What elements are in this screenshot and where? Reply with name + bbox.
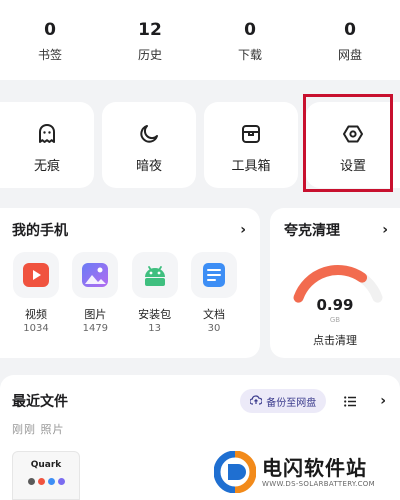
category-label: 视频 (25, 308, 47, 321)
chevron-right-icon[interactable]: › (240, 222, 246, 238)
chevron-right-icon[interactable]: › (382, 222, 388, 238)
stat-label: 书签 (37, 48, 62, 62)
category-images[interactable]: 图片 1479 (71, 252, 119, 334)
stat-value: 0 (244, 20, 256, 40)
recent-file-thumbnail[interactable]: Quark (12, 451, 80, 500)
settings-hexagon-icon (341, 122, 365, 146)
stat-value: 12 (138, 20, 162, 40)
tool-incognito[interactable]: 无痕 (0, 102, 94, 188)
tool-label: 无痕 (33, 159, 60, 174)
category-count: 1034 (23, 323, 49, 334)
storage-value: 0.99 (316, 296, 354, 314)
stat-history[interactable]: 12 历史 (100, 0, 200, 80)
stat-value: 0 (344, 20, 356, 40)
stat-downloads[interactable]: 0 下载 (200, 0, 300, 80)
card-title: 我的手机 (12, 223, 68, 239)
storage-unit: GB (329, 316, 341, 324)
category-packages[interactable]: 安装包 13 (131, 252, 179, 334)
android-icon (131, 252, 178, 298)
category-label: 图片 (84, 308, 107, 321)
stat-label: 历史 (137, 48, 162, 62)
watermark-url: WWW.DS-SOLARBATTERY.COM (262, 480, 375, 488)
tool-label: 工具箱 (231, 159, 271, 174)
moon-icon (137, 122, 161, 146)
stat-bookmarks[interactable]: 0 书签 (0, 0, 100, 80)
recent-subtitle: 刚刚 照片 (12, 423, 65, 436)
watermark-text: 电闪软件站 WWW.DS-SOLARBATTERY.COM (262, 456, 375, 488)
ghost-icon (35, 122, 59, 146)
category-count: 1479 (82, 323, 109, 334)
category-documents[interactable]: 文档 30 (190, 252, 238, 334)
video-icon (13, 252, 59, 298)
site-watermark: 电闪软件站 WWW.DS-SOLARBATTERY.COM (198, 444, 400, 500)
tool-label: 设置 (339, 159, 366, 174)
thumbnail-title: Quark (30, 460, 62, 470)
tool-toolbox[interactable]: 工具箱 (204, 102, 298, 188)
my-phone-card[interactable]: 我的手机 › 视频 1034 图片 1479 安装包 13 文档 30 (0, 208, 260, 358)
toolbox-icon (239, 122, 263, 146)
chevron-right-icon[interactable]: › (380, 393, 386, 409)
section-title: 最近文件 (12, 394, 68, 410)
category-count: 13 (148, 323, 162, 334)
category-videos[interactable]: 视频 1034 (12, 252, 60, 334)
tool-dark-mode[interactable]: 暗夜 (102, 102, 196, 188)
recent-header: 最近文件 备份至网盘 › (12, 389, 386, 413)
tap-to-clean-label[interactable]: 点击清理 (270, 332, 400, 348)
stat-label: 下载 (237, 48, 262, 62)
stat-cloud-drive[interactable]: 0 网盘 (300, 0, 400, 80)
cloud-upload-icon (249, 394, 263, 408)
tool-settings[interactable]: 设置 (306, 102, 400, 188)
document-icon (190, 252, 237, 298)
thumbnail-dots (13, 478, 79, 485)
category-count: 30 (207, 323, 221, 334)
card-header: 我的手机 › (12, 220, 246, 240)
card-title: 夸克清理 (284, 223, 340, 239)
quark-clean-card[interactable]: 夸克清理 › 0.99 GB 点击清理 (270, 208, 400, 358)
app-category-list: 视频 1034 图片 1479 安装包 13 文档 30 (12, 252, 246, 334)
backup-label: 备份至网盘 (266, 397, 317, 409)
image-icon (72, 252, 119, 298)
backup-to-drive-button[interactable]: 备份至网盘 (240, 389, 327, 413)
tools-row: 无痕 暗夜 工具箱 设置 (0, 102, 400, 188)
tool-label: 暗夜 (135, 159, 162, 174)
watermark-name: 电闪软件站 (262, 456, 367, 480)
watermark-logo-icon (214, 451, 256, 493)
stat-value: 0 (44, 20, 56, 40)
category-label: 安装包 (138, 308, 172, 321)
gauge-fill (293, 265, 368, 303)
stats-row: 0 书签 12 历史 0 下载 0 网盘 (0, 0, 400, 80)
card-header: 夸克清理 › (284, 220, 388, 240)
stat-label: 网盘 (337, 48, 362, 62)
category-label: 文档 (202, 308, 225, 321)
list-view-icon[interactable] (344, 395, 357, 407)
